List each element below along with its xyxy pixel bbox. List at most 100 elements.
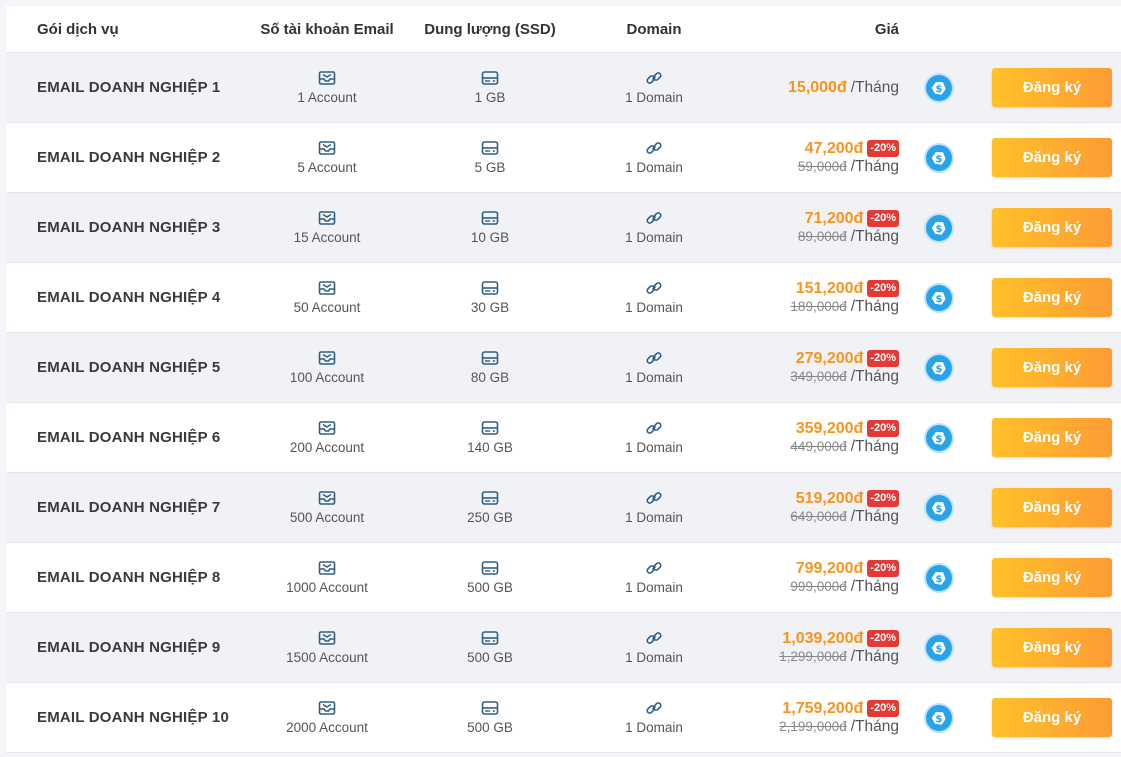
price-tag-icon: $ — [926, 214, 952, 241]
register-button-wrap: Đăng ký — [992, 488, 1112, 527]
price-line: 1,759,200đ -20% — [779, 700, 899, 718]
accounts-value: 100 Account — [289, 370, 365, 385]
price-tag-button[interactable]: $ — [926, 284, 952, 311]
price-tag-button[interactable]: $ — [926, 74, 952, 101]
price-tag-icon: $ — [926, 74, 952, 101]
price-cell: 151,200đ -20% 189,000đ /Tháng — [790, 280, 899, 316]
current-price: 279,200đ — [795, 349, 864, 367]
storage-value: 80 GB — [470, 370, 510, 385]
price-tag-button[interactable]: $ — [926, 424, 952, 451]
old-price-line: 89,000đ /Tháng — [798, 228, 899, 246]
domain-value: 1 Domain — [625, 650, 683, 665]
hard-drive-icon — [481, 701, 499, 715]
price-tag-icon: $ — [926, 704, 952, 731]
register-button[interactable]: Đăng ký — [992, 418, 1112, 457]
accounts-cell: 1500 Account — [227, 630, 427, 665]
old-price: 649,000đ — [790, 509, 847, 524]
domain-cell: 1 Domain — [574, 700, 734, 735]
discount-badge: -20% — [867, 210, 899, 227]
price-tag-button[interactable]: $ — [926, 354, 952, 381]
register-button-wrap: Đăng ký — [992, 138, 1112, 177]
old-price-line: 2,199,000đ /Tháng — [779, 718, 899, 736]
price-tag-button[interactable]: $ — [926, 144, 952, 171]
per-month-label: /Tháng — [850, 297, 899, 315]
accounts-cell: 500 Account — [227, 490, 427, 525]
register-button[interactable]: Đăng ký — [992, 628, 1112, 667]
hard-drive-icon — [481, 421, 499, 435]
header-package: Gói dịch vụ — [37, 20, 119, 38]
hard-drive-icon — [481, 491, 499, 505]
register-button[interactable]: Đăng ký — [992, 488, 1112, 527]
discount-badge: -20% — [867, 630, 899, 647]
domain-value: 1 Domain — [625, 510, 683, 525]
price-line: 1,039,200đ -20% — [779, 630, 899, 648]
price-line: 519,200đ -20% — [790, 490, 899, 508]
storage-value: 500 GB — [467, 720, 513, 735]
register-button[interactable]: Đăng ký — [992, 698, 1112, 737]
header-accounts: Số tài khoản Email — [260, 20, 394, 38]
price-tag-button[interactable]: $ — [926, 494, 952, 521]
mail-inbox-icon — [318, 491, 336, 505]
price-tag-button[interactable]: $ — [926, 704, 952, 731]
price-tag-icon: $ — [926, 424, 952, 451]
storage-value: 500 GB — [467, 650, 513, 665]
price-line: 359,200đ -20% — [790, 420, 899, 438]
package-name: EMAIL DOANH NGHIỆP 5 — [37, 359, 221, 376]
price-tag-button[interactable]: $ — [926, 564, 952, 591]
price-cell: 799,200đ -20% 999,000đ /Tháng — [790, 560, 899, 596]
price-line: 279,200đ -20% — [790, 350, 899, 368]
price-tag-icon: $ — [926, 284, 952, 311]
register-button[interactable]: Đăng ký — [992, 208, 1112, 247]
accounts-value: 2000 Account — [286, 720, 368, 735]
storage-value: 500 GB — [467, 580, 513, 595]
current-price: 359,200đ — [795, 419, 864, 437]
per-month-label: /Tháng — [850, 157, 899, 175]
storage-cell: 500 GB — [410, 630, 570, 665]
old-price-line: 189,000đ /Tháng — [790, 298, 899, 316]
table-header: Gói dịch vụ Số tài khoản Email Dung lượn… — [6, 6, 1121, 53]
domain-cell: 1 Domain — [574, 630, 734, 665]
storage-cell: 30 GB — [410, 280, 570, 315]
link-icon — [646, 282, 662, 294]
register-button[interactable]: Đăng ký — [992, 138, 1112, 177]
old-price-line: 649,000đ /Tháng — [790, 508, 899, 526]
old-price: 1,299,000đ — [779, 649, 847, 664]
package-name: EMAIL DOANH NGHIỆP 8 — [37, 569, 221, 586]
mail-inbox-icon — [318, 631, 336, 645]
storage-value: 30 GB — [470, 300, 510, 315]
package-name: EMAIL DOANH NGHIỆP 2 — [37, 149, 221, 166]
domain-cell: 1 Domain — [574, 280, 734, 315]
register-button[interactable]: Đăng ký — [992, 348, 1112, 387]
register-button[interactable]: Đăng ký — [992, 558, 1112, 597]
package-name: EMAIL DOANH NGHIỆP 9 — [37, 639, 221, 656]
svg-text:$: $ — [936, 224, 943, 235]
current-price: 15,000đ — [788, 78, 847, 96]
price-tag-button[interactable]: $ — [926, 634, 952, 661]
discount-badge: -20% — [867, 280, 899, 297]
domain-value: 1 Domain — [625, 370, 683, 385]
price-cell: 279,200đ -20% 349,000đ /Tháng — [790, 350, 899, 386]
register-button-wrap: Đăng ký — [992, 208, 1112, 247]
current-price: 1,039,200đ — [782, 629, 864, 647]
svg-text:$: $ — [936, 364, 943, 375]
domain-value: 1 Domain — [625, 440, 683, 455]
mail-inbox-icon — [318, 141, 336, 155]
register-button-wrap: Đăng ký — [992, 68, 1112, 107]
register-button[interactable]: Đăng ký — [992, 68, 1112, 107]
accounts-cell: 5 Account — [227, 140, 427, 175]
svg-text:$: $ — [936, 154, 943, 165]
storage-cell: 500 GB — [410, 560, 570, 595]
current-price: 519,200đ — [795, 489, 864, 507]
table-row: EMAIL DOANH NGHIỆP 1 1 Account 1 GB 1 Do… — [6, 53, 1121, 123]
price-cell: 1,759,200đ -20% 2,199,000đ /Tháng — [779, 700, 899, 736]
per-month-label: /Tháng — [850, 367, 899, 385]
price-tag-icon: $ — [926, 494, 952, 521]
storage-cell: 1 GB — [410, 70, 570, 105]
accounts-value: 1500 Account — [286, 650, 368, 665]
price-tag-button[interactable]: $ — [926, 214, 952, 241]
register-button[interactable]: Đăng ký — [992, 278, 1112, 317]
domain-cell: 1 Domain — [574, 140, 734, 175]
accounts-value: 500 Account — [289, 510, 365, 525]
svg-text:$: $ — [936, 714, 943, 725]
old-price-line: 999,000đ /Tháng — [790, 578, 899, 596]
